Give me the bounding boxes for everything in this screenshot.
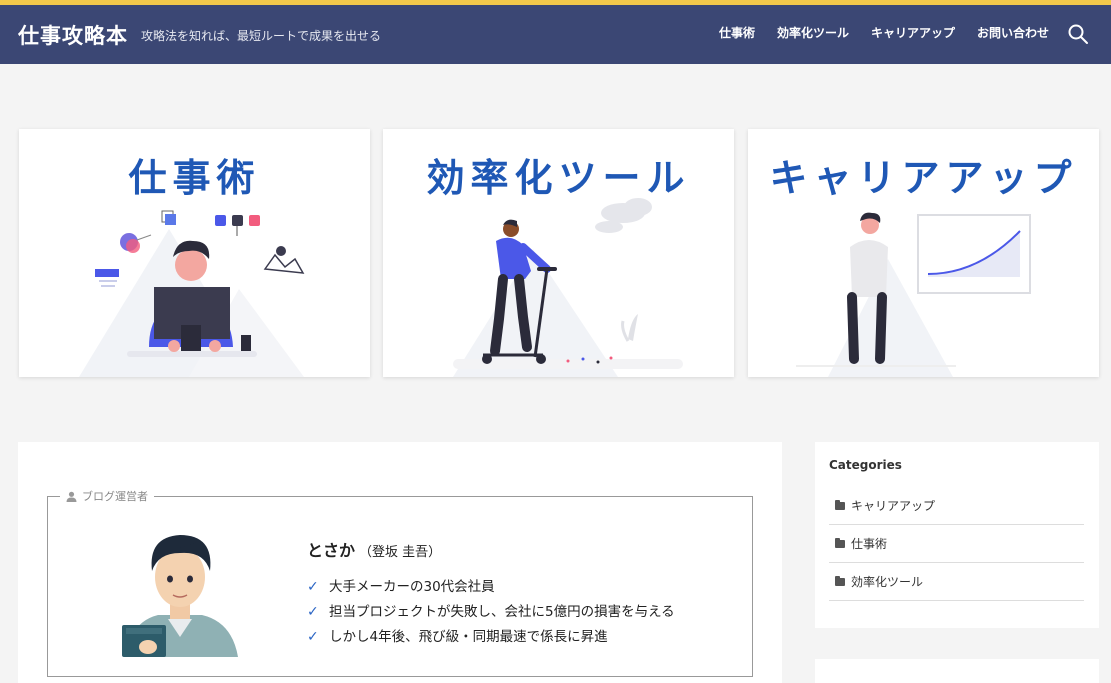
list-item: ✓ 担当プロジェクトが失敗し、会社に5億円の損害を与える (307, 600, 675, 625)
site-title[interactable]: 仕事攻略本 (18, 20, 128, 50)
category-label: 効率化ツール (851, 575, 924, 589)
profile-legend-text: ブログ運営者 (82, 490, 148, 503)
profile-legend: ブログ運営者 (60, 488, 154, 504)
fact-text: しかし4年後、飛び級・同期最速で係長に昇進 (329, 629, 608, 645)
category-label: キャリアアップ (851, 499, 936, 513)
site-tagline: 攻略法を知れば、最短ルートで成果を出せる (141, 29, 382, 43)
user-icon (66, 491, 77, 502)
list-item: ✓ 大手メーカーの30代会社員 (307, 575, 675, 600)
nav-item-career-up[interactable]: キャリアアップ (871, 24, 955, 41)
category-item-efficiency-tools[interactable]: 効率化ツール (829, 563, 1084, 601)
nav-item-shigotojutsu[interactable]: 仕事術 (719, 24, 755, 41)
nav-item-contact[interactable]: お問い合わせ (977, 24, 1049, 41)
check-icon: ✓ (307, 629, 319, 645)
fact-text: 担当プロジェクトが失敗し、会社に5億円の損害を与える (329, 604, 675, 620)
category-card-efficiency-tools[interactable]: 効率化ツール (383, 129, 734, 377)
sidebar-title: Categories (829, 458, 902, 472)
site-header: 仕事攻略本 攻略法を知れば、最短ルートで成果を出せる 仕事術 効率化ツール キャ… (0, 5, 1111, 64)
presenter-chart-illustration (796, 212, 1031, 377)
folder-icon (835, 537, 845, 548)
folder-icon (835, 575, 845, 586)
sidebar-widget-2 (815, 659, 1099, 683)
list-item: ✓ しかし4年後、飛び級・同期最速で係長に昇進 (307, 625, 675, 650)
fact-text: 大手メーカーの30代会社員 (329, 579, 495, 595)
category-item-shigotojutsu[interactable]: 仕事術 (829, 525, 1084, 563)
check-icon: ✓ (307, 604, 319, 620)
sidebar-categories-widget: Categories キャリアアップ 仕事術 効率化ツール (815, 442, 1099, 628)
scooter-rider-illustration (453, 198, 683, 377)
category-item-career-up[interactable]: キャリアアップ (829, 487, 1084, 525)
author-real-name: （登坂 圭吾） (359, 545, 442, 560)
search-icon[interactable] (1067, 23, 1089, 45)
worker-at-desk-illustration (79, 210, 305, 377)
category-label: 仕事術 (851, 537, 888, 551)
author-facts-list: ✓ 大手メーカーの30代会社員 ✓ 担当プロジェクトが失敗し、会社に5億円の損害を与… (307, 575, 675, 650)
nav-item-efficiency-tools[interactable]: 効率化ツール (777, 24, 849, 41)
category-card-shigotojutsu[interactable]: 仕事術 (19, 129, 370, 377)
author-profile-box: ブログ運営者 とさか （登坂 圭吾） ✓ 大手メーカーの30代会社員 ✓ 担当プロジェ… (47, 488, 753, 677)
avatar (122, 535, 238, 657)
author-name: とさか （登坂 圭吾） (307, 537, 441, 561)
folder-icon (835, 499, 845, 510)
category-card-career-up[interactable]: キャリアアップ (748, 129, 1099, 377)
main-content: ブログ運営者 とさか （登坂 圭吾） ✓ 大手メーカーの30代会社員 ✓ 担当プロジェ… (18, 442, 782, 683)
main-nav: 仕事術 効率化ツール キャリアアップ お問い合わせ (719, 24, 1049, 41)
author-nickname: とさか (307, 541, 356, 560)
category-list: キャリアアップ 仕事術 効率化ツール (829, 487, 1084, 601)
check-icon: ✓ (307, 579, 319, 595)
